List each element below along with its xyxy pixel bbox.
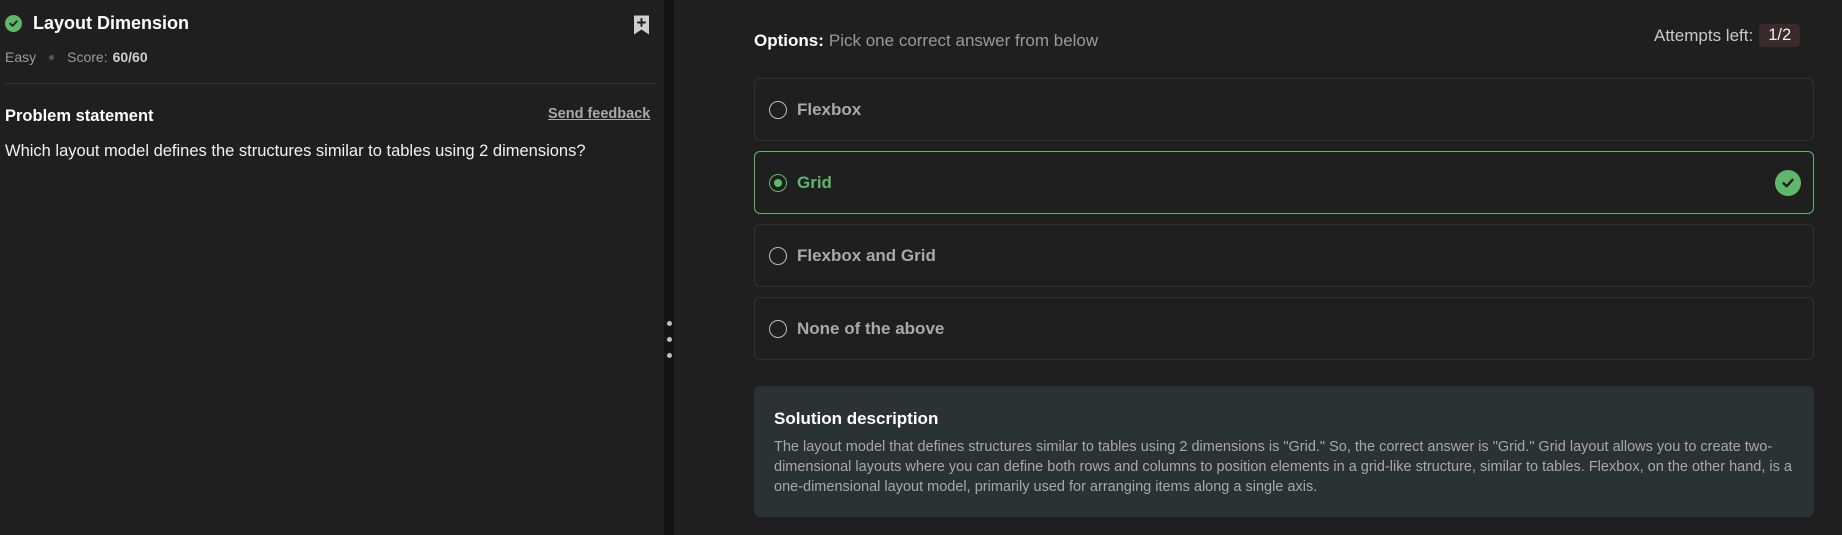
option-flexbox-and-grid[interactable]: Flexbox and Grid [754,224,1814,287]
solution-text: The layout model that defines structures… [774,439,1792,495]
radio-icon[interactable] [769,319,787,338]
option-label: Flexbox and Grid [797,245,936,265]
difficulty-label: Easy [5,49,37,65]
bookmark-add-icon[interactable] [632,14,651,36]
send-feedback-link[interactable]: Send feedback [548,106,650,122]
answer-panel: Options: Pick one correct answer from bel… [674,0,1842,535]
attempts-label: Attempts left: [1654,25,1754,45]
meta-separator [49,54,55,60]
divider [5,83,655,84]
option-grid[interactable]: Grid [754,151,1814,214]
problem-statement-heading: Problem statement [5,107,154,125]
radio-icon[interactable] [769,100,787,119]
radio-icon[interactable] [769,246,787,265]
option-label: Grid [797,172,832,192]
solved-check-icon [5,15,22,32]
problem-meta: Easy Score: 60/60 [5,49,148,65]
solution-card: Solution description The layout model th… [754,386,1814,517]
score-label: Score: [67,49,108,65]
option-none-of-the-above[interactable]: None of the above [754,297,1814,360]
drag-handle-icon[interactable] [667,321,672,358]
attempts-badge: 1/2 [1759,24,1801,47]
solution-title: Solution description [774,409,939,428]
radio-selected-icon[interactable] [769,173,787,192]
option-label: Flexbox [797,99,862,119]
panel-splitter[interactable] [664,0,674,535]
score-value: 60/60 [112,49,148,65]
option-flexbox[interactable]: Flexbox [754,78,1814,141]
question-text: Which layout model defines the structure… [5,142,586,160]
attempts-indicator: Attempts left: 1/2 [1654,24,1801,47]
options-heading: Options: Pick one correct answer from bel… [754,31,1098,51]
problem-header: Layout Dimension [5,13,189,34]
problem-title: Layout Dimension [33,13,190,33]
quiz-page: Layout Dimension Easy Score: 60/60 Probl… [0,0,1842,535]
options-label: Options: [754,31,824,50]
options-hint: Pick one correct answer from below [828,31,1099,50]
problem-panel: Layout Dimension Easy Score: 60/60 Probl… [0,0,664,535]
option-label: None of the above [797,318,945,338]
correct-check-icon [1775,169,1801,196]
